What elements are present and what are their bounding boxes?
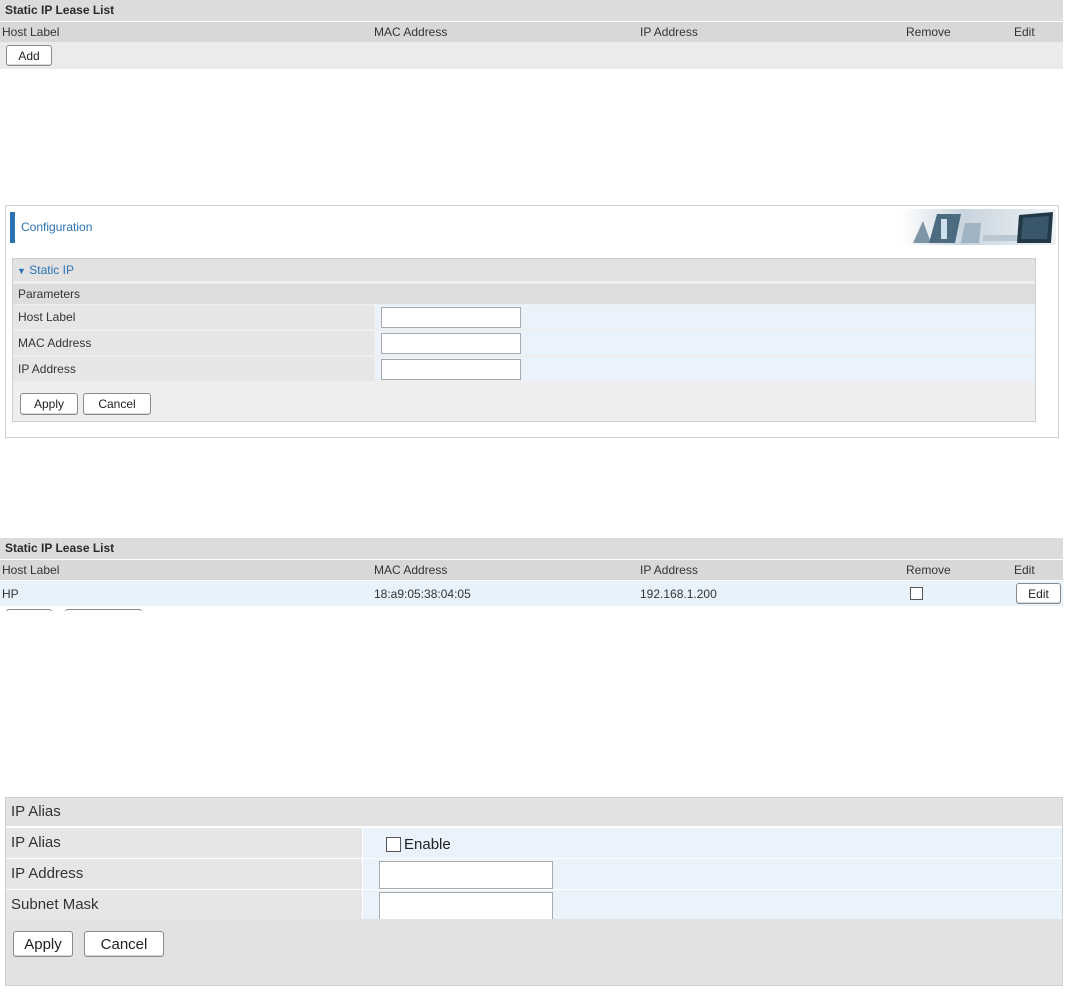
ip-alias-row: IP Alias Enable — [6, 828, 1062, 858]
ip-address-cell: 192.168.1.200 — [640, 587, 717, 601]
ip-alias-ip-address-label-cell: IP Address — [6, 859, 362, 889]
ip-alias-apply-button[interactable]: Apply — [13, 931, 73, 957]
ip-alias-label-cell: IP Alias — [6, 828, 362, 858]
add-button[interactable]: Add — [6, 45, 52, 66]
host-label-cell: HP — [2, 587, 19, 601]
ip-address-label-cell: IP Address — [13, 357, 374, 381]
enable-label[interactable]: Enable — [404, 836, 451, 853]
host-label-input[interactable] — [381, 307, 521, 328]
remove-checkbox[interactable] — [910, 587, 923, 600]
static-ip-section: ▼ Static IP Parameters Host Label MAC Ad… — [12, 258, 1036, 422]
ip-alias-ip-address-row: IP Address — [6, 859, 1062, 889]
configuration-accent-bar — [10, 212, 15, 243]
static-ip-header[interactable]: ▼ Static IP — [13, 259, 1035, 281]
column-header-edit: Edit — [1014, 563, 1035, 577]
column-header-edit: Edit — [1014, 25, 1035, 39]
lease-list-empty-panel: Static IP Lease List Host Label MAC Addr… — [0, 0, 1063, 69]
parameters-label: Parameters — [18, 287, 81, 301]
column-header-mac-address: MAC Address — [374, 25, 448, 39]
mac-address-input[interactable] — [381, 333, 521, 354]
ip-alias-ip-address-input[interactable] — [379, 861, 553, 889]
lease-list-title-row: Static IP Lease List — [0, 0, 1063, 22]
subnet-mask-label-cell: Subnet Mask — [6, 890, 362, 920]
lease-list-header-row: Host Label MAC Address IP Address Remove… — [0, 560, 1063, 580]
lease-list-title-row: Static IP Lease List — [0, 538, 1063, 560]
add-button-clipped[interactable] — [6, 609, 52, 611]
configuration-panel: Configuration ▼ Static IP Parameters Hos… — [5, 205, 1059, 438]
ip-alias-panel: IP Alias IP Alias Enable IP Address Subn… — [5, 797, 1063, 986]
column-header-mac-address: MAC Address — [374, 563, 448, 577]
column-header-ip-address: IP Address — [640, 563, 698, 577]
column-header-remove: Remove — [906, 563, 951, 577]
banner-graphic-icon — [901, 209, 1056, 245]
ip-alias-title: IP Alias — [11, 803, 61, 820]
ip-alias-cancel-button[interactable]: Cancel — [84, 931, 164, 957]
ip-alias-value-cell — [363, 828, 1062, 858]
column-header-remove: Remove — [906, 25, 951, 39]
column-header-ip-address: IP Address — [640, 25, 698, 39]
column-header-host-label: Host Label — [2, 563, 60, 577]
cancel-button[interactable]: Cancel — [83, 393, 151, 415]
column-header-host-label: Host Label — [2, 25, 60, 39]
triangle-down-icon: ▼ — [17, 266, 26, 276]
remove-button-clipped[interactable] — [65, 609, 142, 611]
ip-address-row: IP Address — [13, 357, 1035, 381]
edit-button[interactable]: Edit — [1016, 583, 1061, 604]
static-ip-label: ▼ Static IP — [17, 263, 74, 277]
lease-list-filled-panel: Static IP Lease List Host Label MAC Addr… — [0, 538, 1063, 611]
ip-address-input[interactable] — [381, 359, 521, 380]
enable-checkbox[interactable] — [386, 837, 401, 852]
subnet-mask-row: Subnet Mask — [6, 890, 1062, 920]
mac-address-label-cell: MAC Address — [13, 331, 374, 355]
host-label-label-cell: Host Label — [13, 305, 374, 329]
mac-address-row: MAC Address — [13, 331, 1035, 355]
mac-address-cell: 18:a9:05:38:04:05 — [374, 587, 471, 601]
parameters-row: Parameters — [13, 284, 1035, 304]
lease-list-title: Static IP Lease List — [5, 541, 115, 555]
apply-button[interactable]: Apply — [20, 393, 78, 415]
configuration-title: Configuration — [21, 220, 93, 234]
ip-alias-button-row: Apply Cancel — [6, 919, 1062, 985]
lease-list-header-row: Host Label MAC Address IP Address Remove… — [0, 22, 1063, 42]
lease-list-title: Static IP Lease List — [5, 3, 115, 17]
ip-alias-title-row: IP Alias — [6, 798, 1062, 826]
host-label-row: Host Label — [13, 305, 1035, 329]
table-row: HP 18:a9:05:38:04:05 192.168.1.200 Edit — [0, 581, 1063, 606]
subnet-mask-input[interactable] — [379, 892, 553, 920]
